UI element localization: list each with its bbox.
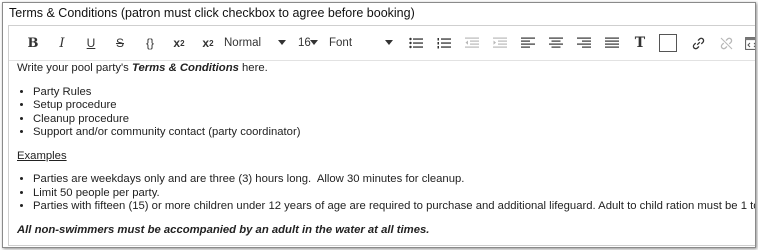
bold-icon[interactable]: B <box>23 32 43 54</box>
subscript-base: x <box>202 36 210 50</box>
rich-text-editor[interactable]: B I U S {} x2 x2 Normal 16 Font T Write … <box>8 25 755 246</box>
chevron-down-icon <box>385 40 393 45</box>
heading-select-value: Normal <box>224 37 262 49</box>
superscript-mark: 2 <box>180 38 185 48</box>
align-left-icon[interactable] <box>519 32 537 54</box>
source-icon[interactable] <box>745 32 755 54</box>
unlink-icon[interactable] <box>717 32 735 54</box>
code-icon[interactable]: {} <box>139 32 161 54</box>
indent-icon[interactable] <box>491 32 509 54</box>
intro-bold-text: Terms & Conditions <box>131 62 239 74</box>
superscript-icon[interactable]: x2 <box>168 32 190 54</box>
heading-select[interactable]: Normal <box>224 34 286 52</box>
field-label: Terms & Conditions (patron must click ch… <box>9 6 415 20</box>
outdent-icon[interactable] <box>463 32 481 54</box>
highlight-color-icon[interactable] <box>657 32 679 54</box>
text-color-icon[interactable]: T <box>631 32 649 54</box>
list-item: Cleanup procedure <box>33 113 755 127</box>
examples-heading: Examples <box>17 149 67 162</box>
rules-list: Party Rules Setup procedure Cleanup proc… <box>17 86 755 140</box>
intro-suffix: here. <box>238 62 268 74</box>
editor-content[interactable]: Write your pool party's Terms & Conditio… <box>17 62 755 237</box>
subscript-icon[interactable]: x2 <box>197 32 219 54</box>
chevron-down-icon <box>278 40 286 45</box>
strikethrough-icon[interactable]: S <box>110 32 130 54</box>
align-right-icon[interactable] <box>575 32 593 54</box>
subscript-mark: 2 <box>209 38 214 48</box>
list-item: Limit 50 people per party. <box>33 187 755 201</box>
list-item: Support and/or community contact (party … <box>33 126 755 140</box>
editor-toolbar: B I U S {} x2 x2 Normal 16 Font T <box>9 26 755 61</box>
closing-statement: All non-swimmers must be accompanied by … <box>17 223 430 236</box>
intro-paragraph: Write your pool party's Terms & Conditio… <box>17 62 755 76</box>
font-family-value: Font <box>329 37 353 49</box>
list-item: Setup procedure <box>33 99 755 113</box>
font-size-select[interactable]: 16 <box>298 34 318 52</box>
link-icon[interactable] <box>689 32 707 54</box>
intro-prefix: Write your pool party's <box>17 62 132 74</box>
list-item: Party Rules <box>33 86 755 100</box>
justify-icon[interactable] <box>603 32 621 54</box>
align-center-icon[interactable] <box>547 32 565 54</box>
font-size-value: 16 <box>298 37 311 49</box>
list-item: Parties with fifteen (15) or more childr… <box>33 200 755 214</box>
italic-icon[interactable]: I <box>52 32 72 54</box>
underline-icon[interactable]: U <box>81 32 101 54</box>
font-family-select[interactable]: Font <box>329 34 393 52</box>
chevron-down-icon <box>310 40 318 45</box>
color-swatch <box>659 34 677 52</box>
numbered-list-icon[interactable] <box>435 32 453 54</box>
examples-list: Parties are weekdays only and are three … <box>17 173 755 214</box>
superscript-base: x <box>173 36 181 50</box>
terms-panel: Terms & Conditions (patron must click ch… <box>2 2 756 248</box>
list-item: Parties are weekdays only and are three … <box>33 173 755 187</box>
bulleted-list-icon[interactable] <box>407 32 425 54</box>
